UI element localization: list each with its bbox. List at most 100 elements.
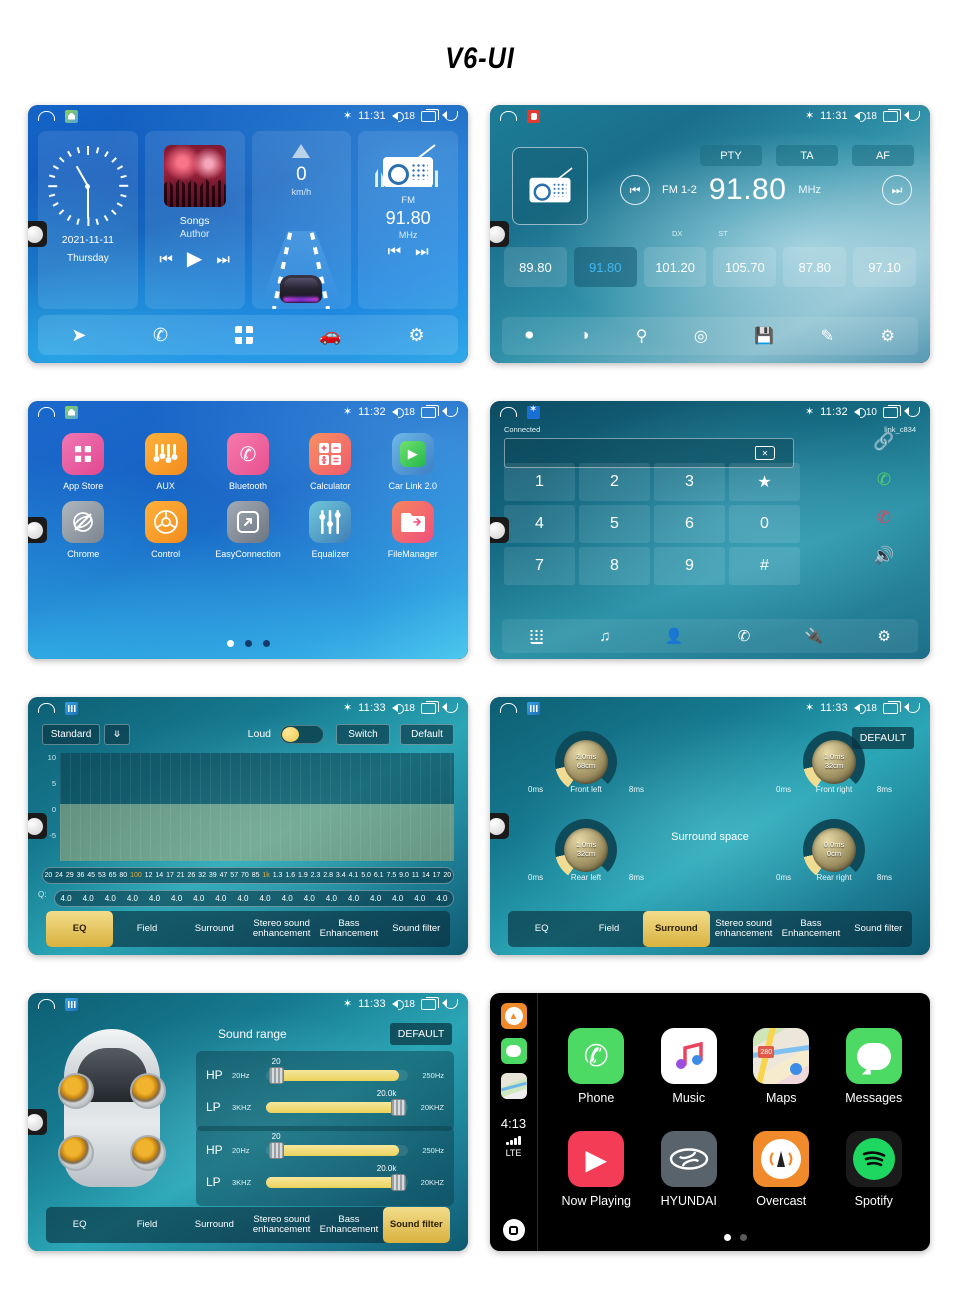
radio-prev-button[interactable]: ⏮ — [388, 244, 402, 259]
key-star[interactable]: ★ — [729, 463, 800, 501]
tab-surround[interactable]: Surround — [181, 911, 248, 947]
freq-value[interactable]: 5.0 — [361, 872, 371, 879]
home-icon[interactable] — [38, 111, 55, 121]
tab-eq[interactable]: EQ — [46, 1207, 113, 1243]
freq-value[interactable]: 17 — [433, 872, 441, 879]
link-icon[interactable]: 🔗 — [852, 425, 916, 459]
tab-eq[interactable]: EQ — [508, 911, 575, 947]
q-value[interactable]: 4.0 — [83, 894, 94, 903]
carplay-app-phone[interactable]: ✆ Phone — [550, 1015, 643, 1118]
filter-slider[interactable]: 20 — [266, 1057, 408, 1084]
app-item-control[interactable]: Control — [124, 501, 206, 559]
clock-widget[interactable]: 2021-11-11 Thursday — [38, 131, 138, 309]
freq-value[interactable]: 12 — [145, 872, 153, 879]
screen-surround[interactable]: ✶ 11:33 18 DEFAULT 2.0ms 68cm 0ms 8ms 1.… — [490, 697, 930, 955]
carplay-home-icon[interactable] — [502, 1219, 525, 1241]
prev-track-button[interactable]: ⏮ — [159, 252, 173, 267]
preset-button[interactable]: 89.80 — [504, 247, 567, 287]
app-item-calculator[interactable]: Calculator — [289, 433, 371, 491]
next-track-button[interactable]: ⏭ — [216, 252, 230, 267]
equalizer-app-icon[interactable] — [527, 701, 540, 715]
freq-value[interactable]: 1.9 — [298, 872, 308, 879]
search-icon[interactable]: ⚲ — [636, 326, 648, 346]
settings-icon[interactable]: ⚙ — [880, 326, 894, 346]
freq-value[interactable]: 6.1 — [374, 872, 384, 879]
app-item-equalizer[interactable]: Equalizer — [289, 501, 371, 559]
home-icon[interactable] — [500, 407, 517, 417]
phone-icon[interactable]: ✆ — [153, 326, 168, 344]
filter-slider[interactable]: 20.0k — [266, 1164, 408, 1191]
freq-value[interactable]: 70 — [241, 872, 249, 879]
freq-value[interactable]: 14 — [422, 872, 430, 879]
preset-button[interactable]: 101.20 — [643, 247, 707, 287]
q-value[interactable]: 4.0 — [414, 894, 425, 903]
radio-next-button[interactable]: ⏭ — [415, 244, 429, 259]
tab-bass-enhancement[interactable]: Bass Enhancement — [315, 1207, 382, 1243]
screen-radio[interactable]: ✶ 11:31 18 PTY TA AF ⏮ FM 1-2 91.80 MHz … — [490, 105, 930, 363]
launcher-icon[interactable] — [65, 109, 78, 123]
dial-control[interactable]: 0.0ms 0cm — [803, 819, 865, 881]
default-button[interactable]: Default — [400, 723, 454, 745]
tab-stereo-sound-enhancement[interactable]: Stereo sound enhancement — [248, 1207, 315, 1243]
knob-front-left[interactable]: 2.0ms 68cm 0ms 8ms Front left — [526, 731, 646, 809]
freq-value[interactable]: 2.3 — [311, 872, 321, 879]
app-item-aux[interactable]: AUX — [124, 433, 206, 491]
music-widget[interactable]: Songs Author ⏮ ▶ ⏭ — [144, 131, 245, 309]
eq-q-bar[interactable]: 4.0 4.0 4.0 4.0 4.0 4.0 4.0 4.0 4.0 4.0 … — [54, 890, 454, 907]
screen-sound-filter[interactable]: ✶ 11:33 18 Sound range DEFAULT HP 20Hz 2… — [28, 993, 468, 1251]
preset-button[interactable]: 97.10 — [853, 247, 916, 287]
carplay-app-now-playing[interactable]: ▶ Now Playing — [550, 1118, 643, 1221]
equalizer-app-icon[interactable] — [65, 701, 78, 715]
key-7[interactable]: 7 — [504, 547, 575, 585]
q-value[interactable]: 4.0 — [215, 894, 226, 903]
messages-icon[interactable] — [500, 1038, 527, 1064]
scan-icon[interactable]: ◎ — [694, 326, 708, 346]
freq-value[interactable]: 1.3 — [273, 872, 283, 879]
hardware-knob[interactable] — [28, 221, 47, 247]
freq-value[interactable]: 32 — [198, 872, 206, 879]
settings-icon[interactable]: ⚙ — [877, 627, 890, 645]
tab-sound-filter[interactable]: Sound filter — [845, 911, 912, 947]
equalizer-app-icon[interactable] — [65, 997, 78, 1011]
tab-stereo-sound-enhancement[interactable]: Stereo sound enhancement — [248, 911, 315, 947]
carplay-app-hyundai[interactable]: HYUNDAI — [643, 1118, 736, 1221]
filter-slider[interactable]: 20 — [266, 1132, 408, 1159]
app-item-chrome[interactable]: Chrome — [42, 501, 124, 559]
carlink-icon[interactable]: 🚗 — [319, 326, 341, 344]
key-hash[interactable]: # — [729, 547, 800, 585]
q-value[interactable]: 4.0 — [105, 894, 116, 903]
recents-icon[interactable] — [421, 108, 439, 122]
page-dot[interactable] — [262, 640, 270, 647]
key-3[interactable]: 3 — [654, 463, 725, 501]
page-dot[interactable] — [739, 1234, 747, 1241]
back-icon[interactable] — [904, 406, 920, 418]
apps-icon[interactable] — [234, 326, 253, 344]
back-icon[interactable] — [904, 110, 920, 122]
q-value[interactable]: 4.0 — [436, 894, 447, 903]
dial-control[interactable]: 1.0ms 32cm — [555, 819, 617, 881]
page-dot[interactable] — [226, 640, 234, 647]
home-icon[interactable] — [500, 111, 517, 121]
dial-control[interactable]: 2.0ms 68cm — [555, 731, 617, 793]
freq-value[interactable]: 2.8 — [323, 872, 333, 879]
hardware-knob[interactable] — [28, 517, 47, 543]
freq-value[interactable]: 36 — [77, 872, 85, 879]
carplay-app-messages[interactable]: Messages — [828, 1015, 921, 1118]
back-icon[interactable] — [442, 110, 458, 122]
freq-value[interactable]: 47 — [220, 872, 228, 879]
freq-value[interactable]: 3.4 — [336, 872, 346, 879]
freq-value[interactable]: 24 — [55, 872, 63, 879]
q-value[interactable]: 4.0 — [237, 894, 248, 903]
band-icon[interactable]: ⏺ — [525, 327, 533, 345]
freq-value[interactable]: 14 — [155, 872, 163, 879]
carplay-app-overcast[interactable]: Overcast — [735, 1118, 828, 1221]
back-icon[interactable] — [442, 702, 458, 714]
freq-value[interactable]: 53 — [98, 872, 106, 879]
recents-icon[interactable] — [883, 404, 901, 418]
call-log-icon[interactable]: ✆ — [738, 627, 751, 645]
page-dot[interactable] — [244, 640, 252, 647]
q-value[interactable]: 4.0 — [348, 894, 359, 903]
preset-button[interactable]: 91.80 — [573, 247, 637, 287]
tab-field[interactable]: Field — [113, 1207, 180, 1243]
q-value[interactable]: 4.0 — [259, 894, 270, 903]
